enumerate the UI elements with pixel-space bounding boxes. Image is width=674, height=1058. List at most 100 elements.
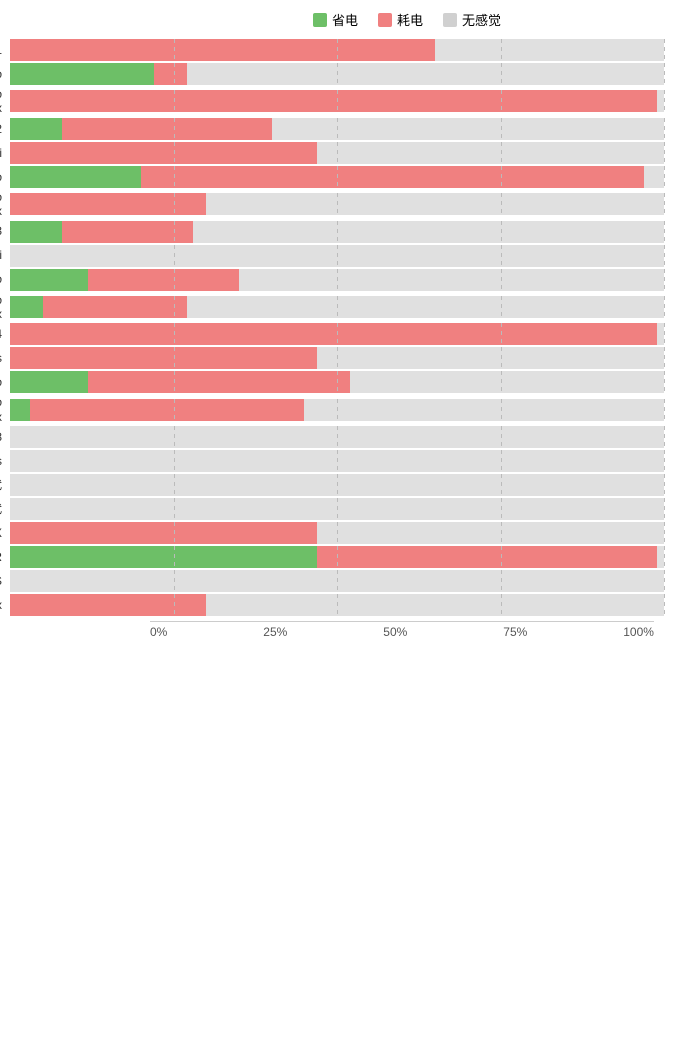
bar-segment-red [10,142,317,164]
bar-label: iPhone SE 第2代 [0,478,10,492]
bar-segment-red [10,39,435,61]
bar-label: iPhone 12 [0,122,10,136]
bar-row: iPhone 14 [10,323,664,345]
bar-track [10,118,664,140]
bar-segment-red [10,323,657,345]
bar-row: iPhone SE 第3代 [10,498,664,520]
grid-line [501,450,502,472]
bar-row: iPhone 11 [10,39,664,61]
grid-line [501,269,502,291]
bar-segment-red [10,90,657,112]
grid-line [664,142,665,164]
grid-line [664,166,665,188]
bar-segment-red [10,594,206,616]
bar-row: iPhone 13 mini [10,245,664,267]
grid-line [664,474,665,496]
grid-line [337,296,338,318]
bar-row: iPhone 13 Pro [10,269,664,291]
bar-row: iPhone 11 Pro [10,63,664,85]
x-axis-label: 0% [150,625,167,639]
grid-line [337,399,338,421]
bar-row: iPhone 14 ProMax [10,395,664,424]
bar-segment-red [43,296,187,318]
grid-line [664,371,665,393]
bar-track [10,296,664,318]
grid-line [664,193,665,215]
bar-track [10,450,664,472]
legend: 省电耗电无感觉 [150,10,664,29]
grid-line [501,221,502,243]
bar-row: iPhone 13 [10,221,664,243]
grid-line [337,522,338,544]
x-axis-label: 25% [263,625,287,639]
bar-row: iPhone 12 Pro [10,166,664,188]
grid-line [501,570,502,592]
grid-line [664,245,665,267]
grid-line [174,474,175,496]
bar-label: iPhone 11 [0,43,10,57]
x-axis-label: 75% [503,625,527,639]
grid-line [337,450,338,472]
bar-row: iPhone 14 Plus [10,347,664,369]
grid-line [664,426,665,448]
legend-label: 省电 [332,10,358,29]
legend-label: 无感觉 [462,10,501,29]
bar-row: iPhone XR [10,546,664,568]
bar-row: iPhone 11 ProMax [10,87,664,116]
x-axis-label: 50% [383,625,407,639]
grid-line [501,522,502,544]
grid-line [664,296,665,318]
bar-track [10,39,664,61]
grid-line [337,426,338,448]
legend-item: 无感觉 [443,10,501,29]
bar-track [10,570,664,592]
grid-line [664,39,665,61]
grid-line [664,118,665,140]
bar-segment-red [154,63,187,85]
bar-label: iPhone XR [0,550,10,564]
bar-segment-red [30,399,305,421]
grid-line [501,371,502,393]
grid-line [174,570,175,592]
bar-segment-green [10,296,43,318]
bar-label: iPhone 14 Pro [0,375,10,389]
grid-line [337,63,338,85]
bar-label: iPhone 13 ProMax [0,293,10,322]
bar-segment-red [88,371,350,393]
bar-segment-red [10,193,206,215]
grid-line [664,63,665,85]
grid-line [501,245,502,267]
bar-label: iPhone 14 Plus [0,351,10,365]
legend-color-dot [378,13,392,27]
bar-segment-red [88,269,238,291]
bar-segment-red [62,221,193,243]
grid-line [664,221,665,243]
bar-segment-green [10,221,62,243]
bar-track [10,546,664,568]
grid-line [664,269,665,291]
grid-line [337,193,338,215]
bar-label: iPhone 11 Pro [0,67,10,81]
bar-track [10,90,664,112]
bar-track [10,347,664,369]
bar-label: iPhone 11 ProMax [0,87,10,116]
grid-line [501,142,502,164]
bar-label: iPhone 8 [0,430,10,444]
grid-line [337,118,338,140]
grid-line [501,39,502,61]
bar-track [10,142,664,164]
bar-track [10,63,664,85]
grid-line [337,142,338,164]
grid-line [337,245,338,267]
grid-line [501,594,502,616]
bar-label: iPhone X [0,526,10,540]
grid-line [174,450,175,472]
bar-label: iPhone 13 Pro [0,272,10,286]
bar-track [10,269,664,291]
grid-line [664,570,665,592]
grid-line [664,594,665,616]
bar-label: iPhone 12 Pro [0,170,10,184]
bar-label: iPhone XS Max [0,598,10,612]
bar-row: iPhone 12 mini [10,142,664,164]
bar-track [10,221,664,243]
